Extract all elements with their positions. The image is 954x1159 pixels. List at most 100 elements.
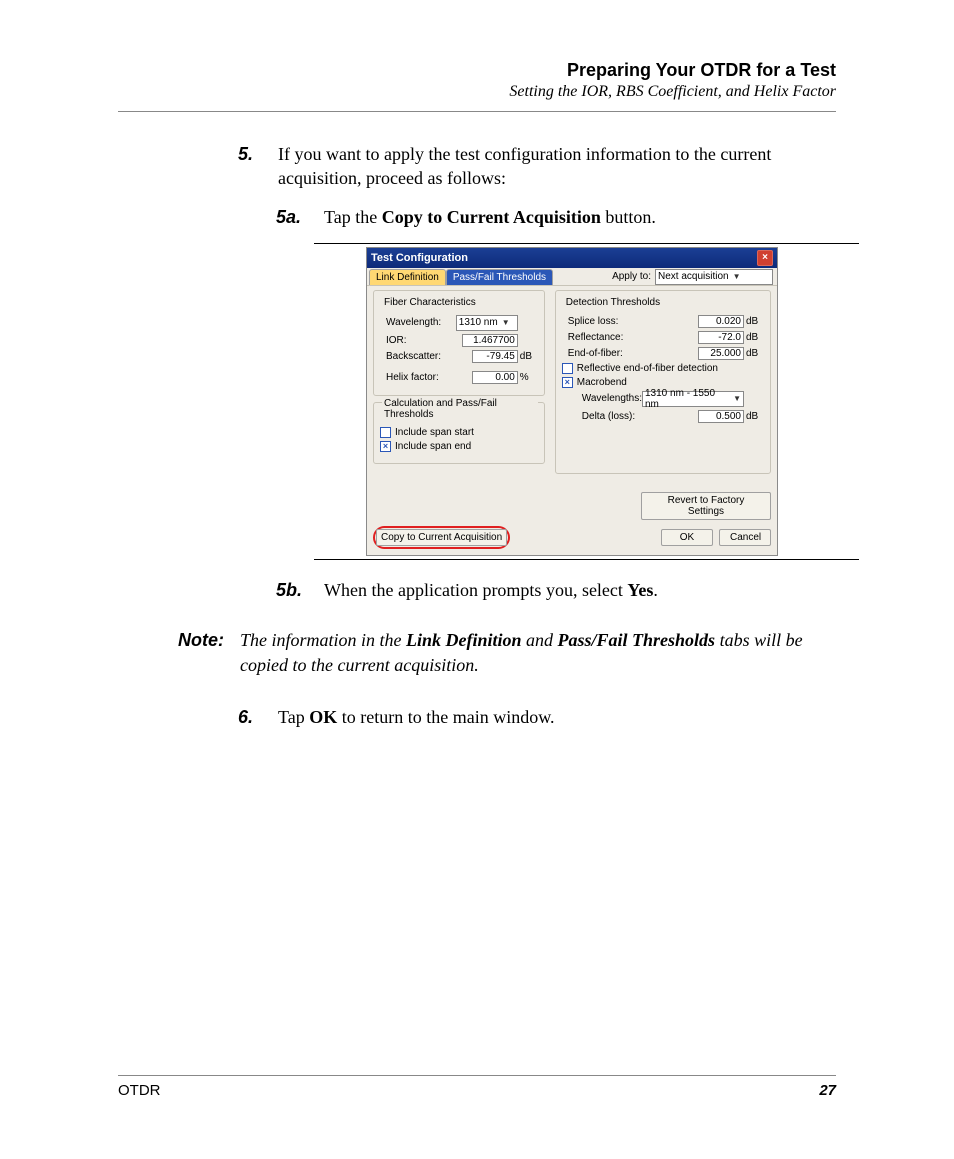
page-header: Preparing Your OTDR for a Test Setting t…: [118, 60, 836, 101]
eof-row: End-of-fiber: dB: [562, 347, 764, 360]
mb-wavelengths-label: Wavelengths:: [576, 393, 642, 404]
header-rule: [118, 111, 836, 112]
embedded-screenshot: Test Configuration × Link Definition Pas…: [314, 243, 859, 560]
dialog-body: Fiber Characteristics Wavelength: 1310 n…: [367, 286, 777, 488]
dialog-footer-lower: Copy to Current Acquisition OK Cancel: [367, 524, 777, 555]
step-6-pre: Tap: [278, 707, 309, 727]
backscatter-label: Backscatter:: [380, 351, 472, 362]
reflective-eof-checkbox[interactable]: [562, 363, 573, 374]
step-5a: 5a. Tap the Copy to Current Acquisition …: [118, 205, 836, 229]
mb-delta-input[interactable]: [698, 410, 744, 423]
helix-unit: %: [520, 372, 538, 383]
chevron-down-icon: ▼: [733, 394, 741, 403]
eof-label: End-of-fiber:: [562, 348, 698, 359]
mb-delta-row: Delta (loss): dB: [562, 410, 764, 423]
include-span-end-label: Include span end: [395, 441, 471, 452]
fiber-characteristics-group: Fiber Characteristics Wavelength: 1310 n…: [373, 290, 545, 396]
backscatter-input[interactable]: [472, 350, 518, 363]
macrobend-label: Macrobend: [577, 377, 627, 388]
step-5a-bold: Copy to Current Acquisition: [382, 207, 601, 227]
wavelength-row: Wavelength: 1310 nm ▼: [380, 315, 538, 331]
calc-thresholds-group: Calculation and Pass/Fail Thresholds Inc…: [373, 402, 545, 464]
ior-label: IOR:: [380, 335, 462, 346]
header-subtitle: Setting the IOR, RBS Coefficient, and He…: [118, 83, 836, 101]
footer-left: OTDR: [118, 1082, 161, 1099]
wavelength-combo[interactable]: 1310 nm ▼: [456, 315, 518, 331]
splice-loss-row: Splice loss: dB: [562, 315, 764, 328]
close-icon[interactable]: ×: [757, 250, 773, 266]
chevron-down-icon: ▼: [733, 272, 741, 281]
page-number: 27: [819, 1082, 836, 1099]
detection-thresholds-group: Detection Thresholds Splice loss: dB Ref…: [555, 290, 771, 474]
mb-wavelengths-row: Wavelengths: 1310 nm - 1550 nm ▼: [562, 391, 764, 407]
ior-input[interactable]: [462, 334, 518, 347]
apply-to-value: Next acquisition: [658, 271, 729, 282]
helix-label: Helix factor:: [380, 372, 472, 383]
step-5b-text: When the application prompts you, select…: [324, 578, 836, 602]
mb-wavelengths-combo[interactable]: 1310 nm - 1550 nm ▼: [642, 391, 744, 407]
right-column: Detection Thresholds Splice loss: dB Ref…: [555, 290, 771, 480]
note: Note: The information in the Link Defini…: [118, 628, 836, 678]
step-5a-pre: Tap the: [324, 207, 382, 227]
reflectance-unit: dB: [746, 332, 764, 343]
step-5b-pre: When the application prompts you, select: [324, 580, 627, 600]
step-6-number: 6.: [118, 705, 278, 729]
eof-unit: dB: [746, 348, 764, 359]
left-column: Fiber Characteristics Wavelength: 1310 n…: [373, 290, 545, 480]
calc-thresholds-title: Calculation and Pass/Fail Thresholds: [382, 398, 538, 420]
include-span-end-checkbox[interactable]: ×: [380, 441, 391, 452]
backscatter-unit: dB: [520, 351, 538, 362]
ior-row: IOR:: [380, 334, 538, 347]
apply-to-area: Apply to: Next acquisition ▼: [612, 269, 773, 285]
wavelength-label: Wavelength:: [380, 317, 456, 328]
highlight-circle: Copy to Current Acquisition: [373, 526, 510, 549]
cancel-button[interactable]: Cancel: [719, 529, 771, 546]
tab-link-definition[interactable]: Link Definition: [369, 269, 446, 285]
note-bold-1: Link Definition: [406, 630, 522, 650]
include-span-end-row: × Include span end: [380, 441, 538, 452]
header-title: Preparing Your OTDR for a Test: [118, 60, 836, 81]
copy-to-current-acquisition-button[interactable]: Copy to Current Acquisition: [376, 529, 507, 546]
reflective-eof-row: Reflective end-of-fiber detection: [562, 363, 764, 374]
step-5a-post: button.: [601, 207, 656, 227]
include-span-start-row: Include span start: [380, 427, 538, 438]
revert-button[interactable]: Revert to Factory Settings: [641, 492, 771, 520]
tab-passfail-thresholds[interactable]: Pass/Fail Thresholds: [446, 269, 553, 285]
reflectance-row: Reflectance: dB: [562, 331, 764, 344]
note-mid: and: [522, 630, 558, 650]
macrobend-checkbox[interactable]: ×: [562, 377, 573, 388]
step-5-text: If you want to apply the test configurat…: [278, 142, 836, 191]
reflective-eof-label: Reflective end-of-fiber detection: [577, 363, 718, 374]
reflectance-input[interactable]: [698, 331, 744, 344]
reflectance-label: Reflectance:: [562, 332, 698, 343]
step-5b-number: 5b.: [118, 578, 324, 602]
macrobend-row: × Macrobend: [562, 377, 764, 388]
dialog-title-text: Test Configuration: [371, 252, 468, 264]
step-6-bold: OK: [309, 707, 337, 727]
apply-to-combo[interactable]: Next acquisition ▼: [655, 269, 773, 285]
eof-input[interactable]: [698, 347, 744, 360]
mb-delta-label: Delta (loss):: [576, 411, 698, 422]
include-span-start-checkbox[interactable]: [380, 427, 391, 438]
step-5b-post: .: [653, 580, 658, 600]
detection-thresholds-title: Detection Thresholds: [564, 297, 662, 308]
backscatter-row: Backscatter: dB: [380, 350, 538, 363]
tab-row: Link Definition Pass/Fail Thresholds App…: [367, 268, 777, 286]
include-span-start-label: Include span start: [395, 427, 474, 438]
helix-input[interactable]: [472, 371, 518, 384]
helix-row: Helix factor: %: [380, 371, 538, 384]
fiber-characteristics-title: Fiber Characteristics: [382, 297, 478, 308]
step-5b: 5b. When the application prompts you, se…: [118, 578, 836, 602]
apply-to-label: Apply to:: [612, 271, 651, 282]
step-6: 6. Tap OK to return to the main window.: [118, 705, 836, 729]
mb-wavelengths-value: 1310 nm - 1550 nm: [645, 388, 729, 410]
splice-loss-input[interactable]: [698, 315, 744, 328]
step-5b-bold: Yes: [627, 580, 653, 600]
ok-button[interactable]: OK: [661, 529, 713, 546]
page-footer: OTDR 27: [118, 1075, 836, 1099]
note-label: Note:: [118, 628, 240, 678]
mb-delta-unit: dB: [746, 411, 764, 422]
chevron-down-icon: ▼: [502, 318, 510, 327]
note-bold-2: Pass/Fail Thresholds: [558, 630, 716, 650]
step-6-text: Tap OK to return to the main window.: [278, 705, 836, 729]
